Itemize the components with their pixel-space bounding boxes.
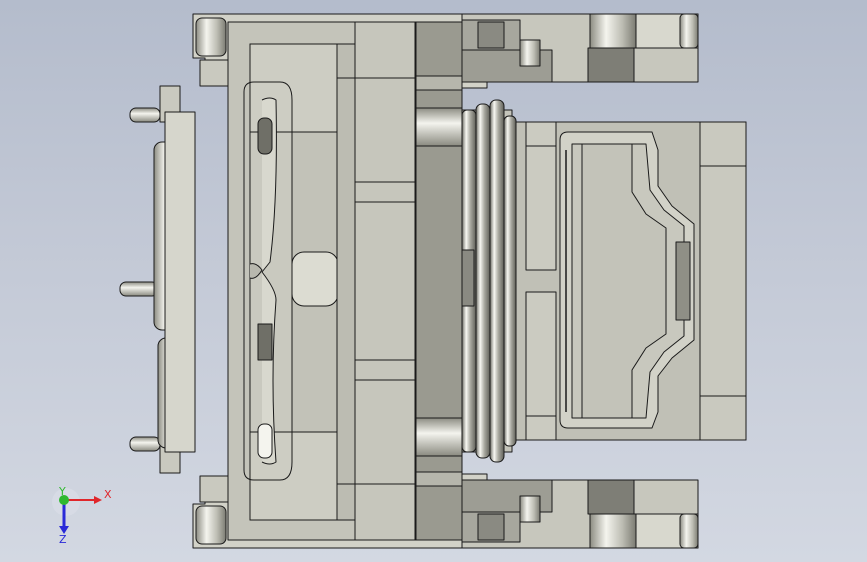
y-axis-label: Y (58, 485, 66, 498)
z-axis-label: Z (59, 533, 67, 546)
connector-section-model[interactable] (0, 0, 867, 562)
3d-viewport[interactable]: X Y Z (0, 0, 867, 562)
dark-plate (415, 21, 463, 541)
ribbed-cylinder (461, 99, 517, 463)
left-flange (164, 111, 196, 453)
x-axis-label: X (104, 488, 112, 501)
axis-triad: X Y Z (52, 485, 112, 546)
center-window (291, 251, 339, 307)
left-pin-middle (119, 281, 159, 297)
